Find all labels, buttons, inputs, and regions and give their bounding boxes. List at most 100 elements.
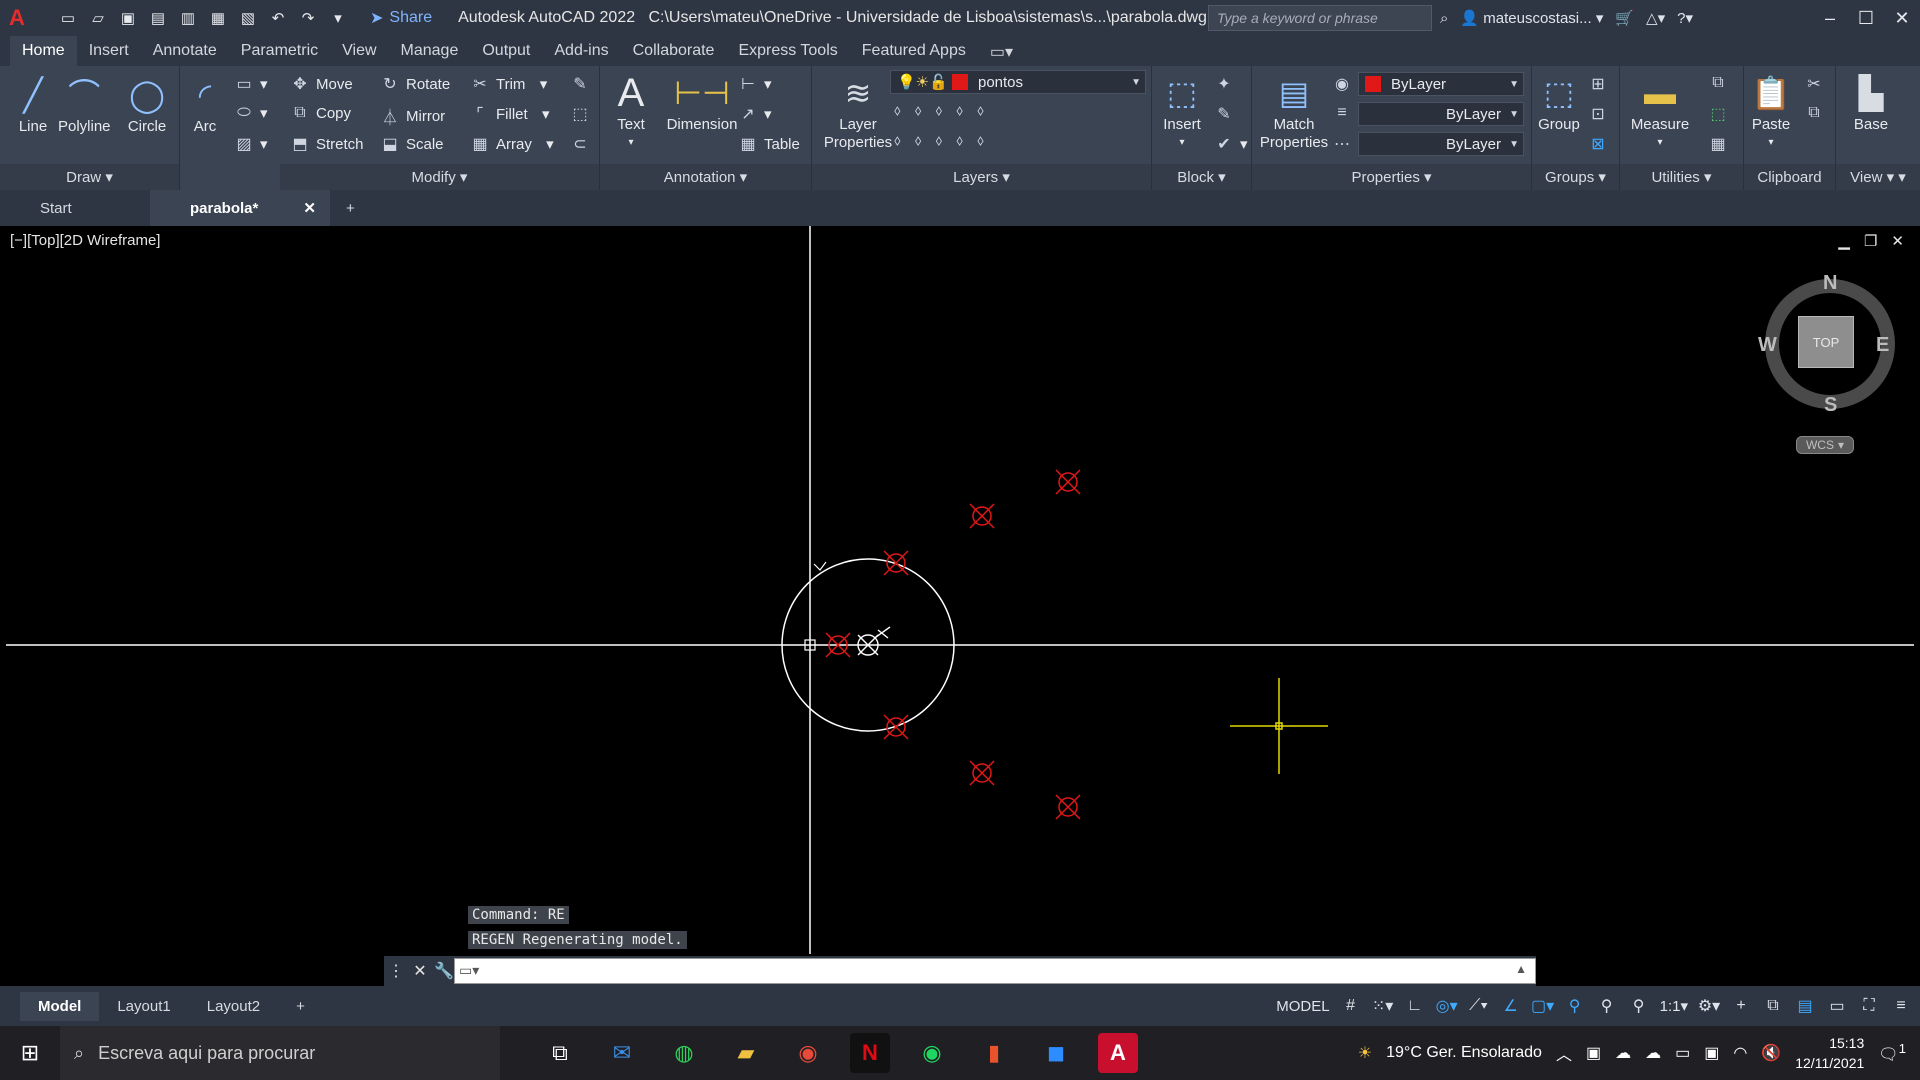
tray-chevron-icon[interactable]: ︿ (1556, 1041, 1572, 1065)
whatsapp-icon[interactable]: ◍ (664, 1033, 704, 1073)
layer-dropdown[interactable]: 💡☀🔓 pontos ▼ (890, 70, 1146, 94)
weather-icon[interactable]: ☀ (1358, 1043, 1372, 1063)
annotation-scale-icon[interactable]: ⚲ (1628, 995, 1650, 1017)
quick-properties-icon[interactable]: ▤ (1794, 995, 1816, 1017)
tab-manage[interactable]: Manage (389, 36, 471, 66)
customize-toolbar-icon[interactable]: ▾ (328, 8, 348, 28)
copy-button[interactable]: ⧉ Copy (290, 104, 351, 122)
autocad-taskbar-icon[interactable]: A (1098, 1033, 1138, 1073)
search-icon[interactable]: ⌕ (1440, 10, 1448, 27)
quick-select-icon[interactable]: ⧉ (1708, 74, 1728, 92)
volume-muted-icon[interactable]: 🔇 (1761, 1043, 1781, 1063)
layers-panel-title[interactable]: Layers ▾ (812, 164, 1151, 190)
auto-scale-icon[interactable]: ⚲ (1596, 995, 1618, 1017)
notifications-icon[interactable]: 🗨1 (1878, 1041, 1906, 1064)
groups-panel-title[interactable]: Groups ▾ (1532, 164, 1619, 190)
point-marker[interactable] (883, 714, 909, 740)
clipboard-panel-title[interactable]: Clipboard (1744, 164, 1835, 190)
group-edit-icon[interactable]: ⊡ (1588, 104, 1608, 124)
save-web-icon[interactable]: ▦ (208, 8, 228, 28)
new-file-icon[interactable]: ▭ (58, 8, 78, 28)
ellipse-icon[interactable]: ⬭ ▾ (234, 104, 267, 122)
tab-view[interactable]: View (330, 36, 388, 66)
copy-clip-icon[interactable]: ⧉ (1804, 104, 1824, 122)
meet-now-icon[interactable]: ▣ (1586, 1043, 1601, 1063)
model-space-button[interactable]: MODEL (1276, 998, 1329, 1015)
open-file-icon[interactable]: ▱ (88, 8, 108, 28)
scale-button[interactable]: ⬓ Scale (380, 134, 443, 154)
point-marker[interactable] (883, 550, 909, 576)
linetype-icon[interactable]: ⋯ (1332, 134, 1352, 154)
ortho-icon[interactable]: ∟ (1404, 995, 1426, 1017)
layout-tab-model[interactable]: Model (20, 991, 100, 1021)
zoom-icon[interactable]: ◼ (1036, 1033, 1076, 1073)
onedrive-icon[interactable]: ☁ (1615, 1043, 1631, 1063)
command-prompt-icon[interactable]: ▭▾ (459, 962, 479, 979)
object-snap-tracking-icon[interactable]: ∠ (1500, 995, 1522, 1017)
task-view-icon[interactable]: ⧉ (540, 1033, 580, 1073)
circle-button[interactable]: ◯ Circle (124, 72, 170, 136)
layout-tab-layout2[interactable]: Layout2 (189, 992, 278, 1021)
minimize-icon[interactable]: – (1812, 0, 1848, 36)
utilities-panel-title[interactable]: Utilities ▾ (1620, 164, 1743, 190)
clean-screen-icon[interactable]: ⛶ (1858, 995, 1880, 1017)
move-button[interactable]: ✥ Move (290, 74, 352, 94)
object-snap-icon[interactable]: ▢▾ (1531, 995, 1554, 1017)
netflix-icon[interactable]: N (850, 1033, 890, 1073)
close-command-icon[interactable]: ✕ (408, 961, 432, 981)
group-button[interactable]: ⬚ Group (1534, 70, 1584, 134)
file-explorer-icon[interactable]: ▰ (726, 1033, 766, 1073)
autodesk-app-icon[interactable]: △▾ (1646, 9, 1665, 27)
taskbar-search-input[interactable]: ⌕ Escreva aqui para procurar (60, 1026, 500, 1080)
weather-text[interactable]: 19°C Ger. Ensolarado (1386, 1044, 1542, 1062)
lineweight-dropdown[interactable]: ByLayer ▼ (1358, 132, 1524, 156)
viewcube-top-face[interactable]: TOP (1798, 316, 1854, 368)
edit-block-icon[interactable]: ✎ (1214, 104, 1234, 124)
match-properties-button[interactable]: ▤ Match Properties (1258, 70, 1330, 152)
office-icon[interactable]: ▮ (974, 1033, 1014, 1073)
cut-icon[interactable]: ✂ (1804, 74, 1824, 94)
compass-south[interactable]: S (1824, 394, 1837, 417)
mail-icon[interactable]: ✉ (602, 1033, 642, 1073)
help-icon[interactable]: ?▾ (1677, 9, 1693, 27)
modify-panel-title[interactable]: Modify ▾ (280, 164, 599, 190)
tab-express-tools[interactable]: Express Tools (726, 36, 849, 66)
save-as-icon[interactable]: ▤ (148, 8, 168, 28)
compass-west[interactable]: W (1758, 334, 1777, 357)
trim-button[interactable]: ✂ Trim ▾ (470, 74, 547, 94)
properties-panel-title[interactable]: Properties ▾ (1252, 164, 1531, 190)
polyline-button[interactable]: ⌒ Polyline (58, 72, 111, 136)
clock[interactable]: 15:13 12/11/2021 (1795, 1033, 1864, 1073)
offset-icon[interactable]: ⊂ (570, 134, 590, 154)
calculator-icon[interactable]: ▦ (1708, 134, 1728, 154)
share-button[interactable]: ➤ Share (370, 8, 432, 28)
tab-annotate[interactable]: Annotate (141, 36, 229, 66)
windows-start-icon[interactable]: ⊞ (0, 1026, 60, 1080)
viewport-minimize-icon[interactable]: ▁ (1838, 232, 1850, 250)
paste-button[interactable]: 📋 Paste ▾ (1746, 70, 1796, 152)
line-button[interactable]: ╱ Line (10, 72, 56, 136)
lineweight-icon[interactable]: ≡ (1332, 104, 1352, 122)
autocad-logo-icon[interactable]: A (0, 0, 34, 36)
measure-button[interactable]: ▬ Measure ▾ (1622, 70, 1698, 152)
layer-tools-row1[interactable]: ⬨ ⬨ ⬨ ⬨ ⬨ (894, 102, 984, 119)
tab-insert[interactable]: Insert (77, 36, 141, 66)
point-marker[interactable] (969, 760, 995, 786)
tab-collaborate[interactable]: Collaborate (621, 36, 727, 66)
tab-featured-apps[interactable]: Featured Apps (850, 36, 978, 66)
ungroup-icon[interactable]: ⊞ (1588, 74, 1608, 94)
new-tab-icon[interactable]: + (330, 190, 371, 226)
plot-icon[interactable]: ▧ (238, 8, 258, 28)
leader-icon[interactable]: ↗ ▾ (738, 104, 771, 124)
text-button[interactable]: A Text ▾ (608, 70, 654, 152)
array-button[interactable]: ▦ Array ▾ (470, 134, 553, 154)
viewport-controls-label[interactable]: [−][Top][2D Wireframe] (10, 232, 160, 249)
annotation-visibility-icon[interactable]: ⚲ (1564, 995, 1586, 1017)
select-all-icon[interactable]: ⬚ (1708, 104, 1728, 124)
tab-parametric[interactable]: Parametric (229, 36, 330, 66)
layer-properties-button[interactable]: ≋ Layer Properties (820, 70, 896, 152)
point-marker[interactable] (1055, 794, 1081, 820)
erase-icon[interactable]: ✎ (570, 74, 590, 94)
point-marker[interactable] (969, 503, 995, 529)
compass-east[interactable]: E (1876, 334, 1889, 357)
